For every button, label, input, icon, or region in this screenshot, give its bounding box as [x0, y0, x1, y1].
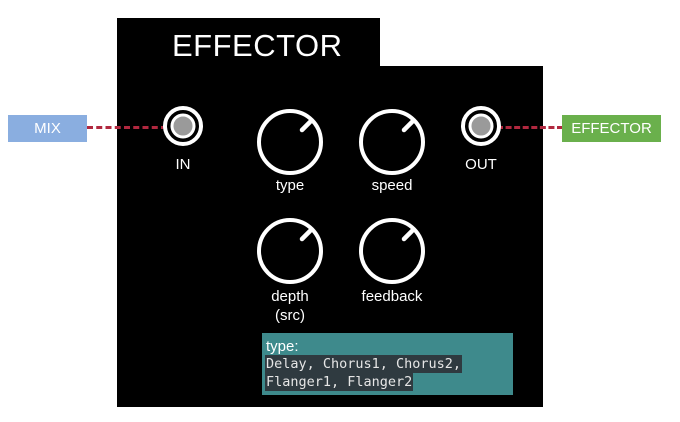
tooltip-options-line-1: Delay, Chorus1, Chorus2, — [265, 355, 463, 373]
output-jack-label: OUT — [465, 156, 497, 173]
module-title: EFFECTOR — [172, 28, 343, 63]
input-jack[interactable] — [162, 105, 204, 147]
depth-knob[interactable] — [254, 215, 326, 287]
depth-knob-sublabel: (src) — [275, 307, 305, 324]
input-jack-label: IN — [175, 156, 191, 173]
tooltip-title: type: — [266, 338, 299, 355]
effector-target-tag[interactable]: EFFECTOR — [562, 115, 661, 142]
mix-source-tag[interactable]: MIX — [8, 115, 87, 142]
tooltip-options-line-2: Flanger1, Flanger2 — [265, 373, 414, 391]
type-knob-label: type — [275, 177, 305, 194]
depth-knob-label: depth — [271, 288, 309, 305]
output-jack[interactable] — [460, 105, 502, 147]
type-knob[interactable] — [254, 106, 326, 178]
feedback-knob[interactable] — [356, 215, 428, 287]
feedback-knob-label: feedback — [361, 288, 423, 305]
speed-knob[interactable] — [356, 106, 428, 178]
type-tooltip: type: Delay, Chorus1, Chorus2, Flanger1,… — [262, 333, 513, 395]
input-patch-cable — [87, 126, 167, 129]
speed-knob-label: speed — [371, 177, 413, 194]
output-patch-cable — [497, 126, 563, 129]
